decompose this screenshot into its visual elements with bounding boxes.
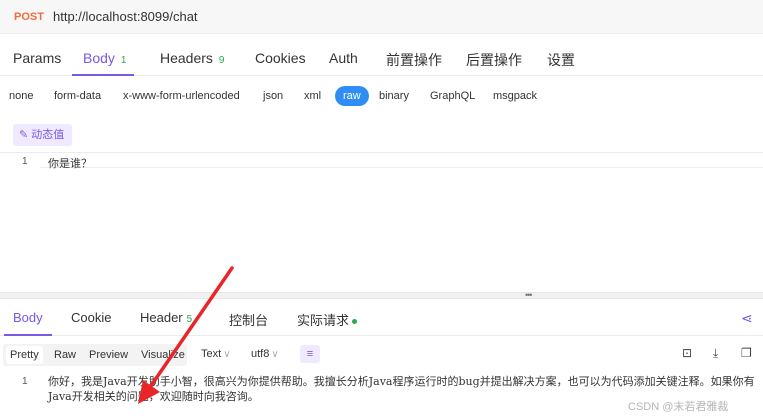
- url-bar[interactable]: POST http://localhost:8099/chat: [0, 0, 763, 34]
- active-tab-indicator: [72, 74, 134, 76]
- encoding-select[interactable]: utf8 ∨: [251, 348, 279, 360]
- response-view-toolbar: Pretty Raw Preview Visualize Text ∨ utf8 ∨…: [0, 342, 763, 366]
- response-line-number: 1: [22, 376, 28, 387]
- word-wrap-icon[interactable]: ≡: [300, 345, 320, 363]
- share-icon[interactable]: ⋖: [741, 310, 753, 327]
- http-method[interactable]: POST: [14, 11, 44, 23]
- tab-settings[interactable]: 设置: [547, 50, 575, 70]
- body-type-urlencoded[interactable]: x-www-form-urlencoded: [123, 90, 240, 102]
- body-type-selector: none form-data x-www-form-urlencoded jso…: [0, 86, 763, 108]
- body-count: 1: [120, 55, 127, 66]
- dynamic-value-label: 动态值: [31, 129, 65, 141]
- tab-cookies[interactable]: Cookies: [255, 50, 306, 66]
- status-dot-icon: [352, 319, 358, 325]
- dynamic-value-button[interactable]: ✎ 动态值: [13, 124, 73, 146]
- resp-tab-body[interactable]: Body: [13, 310, 43, 325]
- resp-tab-console[interactable]: 控制台: [229, 310, 268, 329]
- copy-icon[interactable]: ❐: [741, 346, 752, 360]
- request-tabs: Params Body 1 Headers 9 Cookies Auth 前置操作 …: [0, 40, 763, 76]
- panel-splitter[interactable]: •••: [0, 290, 763, 300]
- body-type-form-data[interactable]: form-data: [54, 90, 101, 102]
- headers-count: 9: [218, 55, 225, 66]
- view-pretty[interactable]: Pretty: [6, 346, 43, 364]
- drag-handle-icon[interactable]: •••: [525, 290, 533, 300]
- body-type-graphql[interactable]: GraphQL: [430, 90, 475, 102]
- view-visualize[interactable]: Visualize: [137, 346, 189, 364]
- body-type-none[interactable]: none: [9, 90, 33, 102]
- body-type-msgpack[interactable]: msgpack: [493, 90, 537, 102]
- download-icon[interactable]: ⤓: [713, 346, 718, 361]
- view-mode-group: Pretty Raw Preview Visualize: [3, 344, 187, 366]
- active-line-highlight: [40, 153, 763, 168]
- request-body-editor[interactable]: 1 你是谁？: [0, 152, 763, 290]
- tab-headers[interactable]: Headers 9: [160, 50, 224, 66]
- save-response-icon[interactable]: ⊡: [682, 346, 692, 360]
- resp-tab-actual-request[interactable]: 实际请求: [297, 310, 358, 329]
- magic-wand-icon: ✎: [19, 129, 29, 141]
- tab-post-processors[interactable]: 后置操作: [466, 50, 522, 70]
- chevron-down-icon: ∨: [223, 349, 231, 360]
- view-preview[interactable]: Preview: [85, 346, 132, 364]
- body-type-binary[interactable]: binary: [379, 90, 409, 102]
- header-count: 5: [186, 314, 193, 325]
- watermark: CSDN @末若君雅裁: [628, 401, 729, 413]
- chevron-down-icon: ∨: [271, 349, 279, 360]
- body-type-json[interactable]: json: [263, 90, 283, 102]
- format-select[interactable]: Text ∨: [201, 348, 231, 360]
- resp-tab-cookie[interactable]: Cookie: [71, 310, 111, 325]
- request-body-text[interactable]: 你是谁？: [48, 155, 92, 171]
- response-tabs: Body Cookie Header 5 控制台 实际请求 ⋖: [0, 300, 763, 336]
- body-type-xml[interactable]: xml: [304, 90, 321, 102]
- tab-auth[interactable]: Auth: [329, 50, 358, 66]
- line-number: 1: [22, 156, 28, 167]
- tab-body[interactable]: Body 1: [83, 50, 126, 66]
- active-resp-tab-indicator: [4, 334, 52, 336]
- tab-params[interactable]: Params: [13, 50, 61, 66]
- body-type-raw[interactable]: raw: [335, 86, 369, 106]
- tab-pre-processors[interactable]: 前置操作: [386, 50, 442, 70]
- resp-tab-header[interactable]: Header 5: [140, 310, 192, 325]
- view-raw[interactable]: Raw: [50, 346, 80, 364]
- url-input[interactable]: http://localhost:8099/chat: [53, 9, 198, 24]
